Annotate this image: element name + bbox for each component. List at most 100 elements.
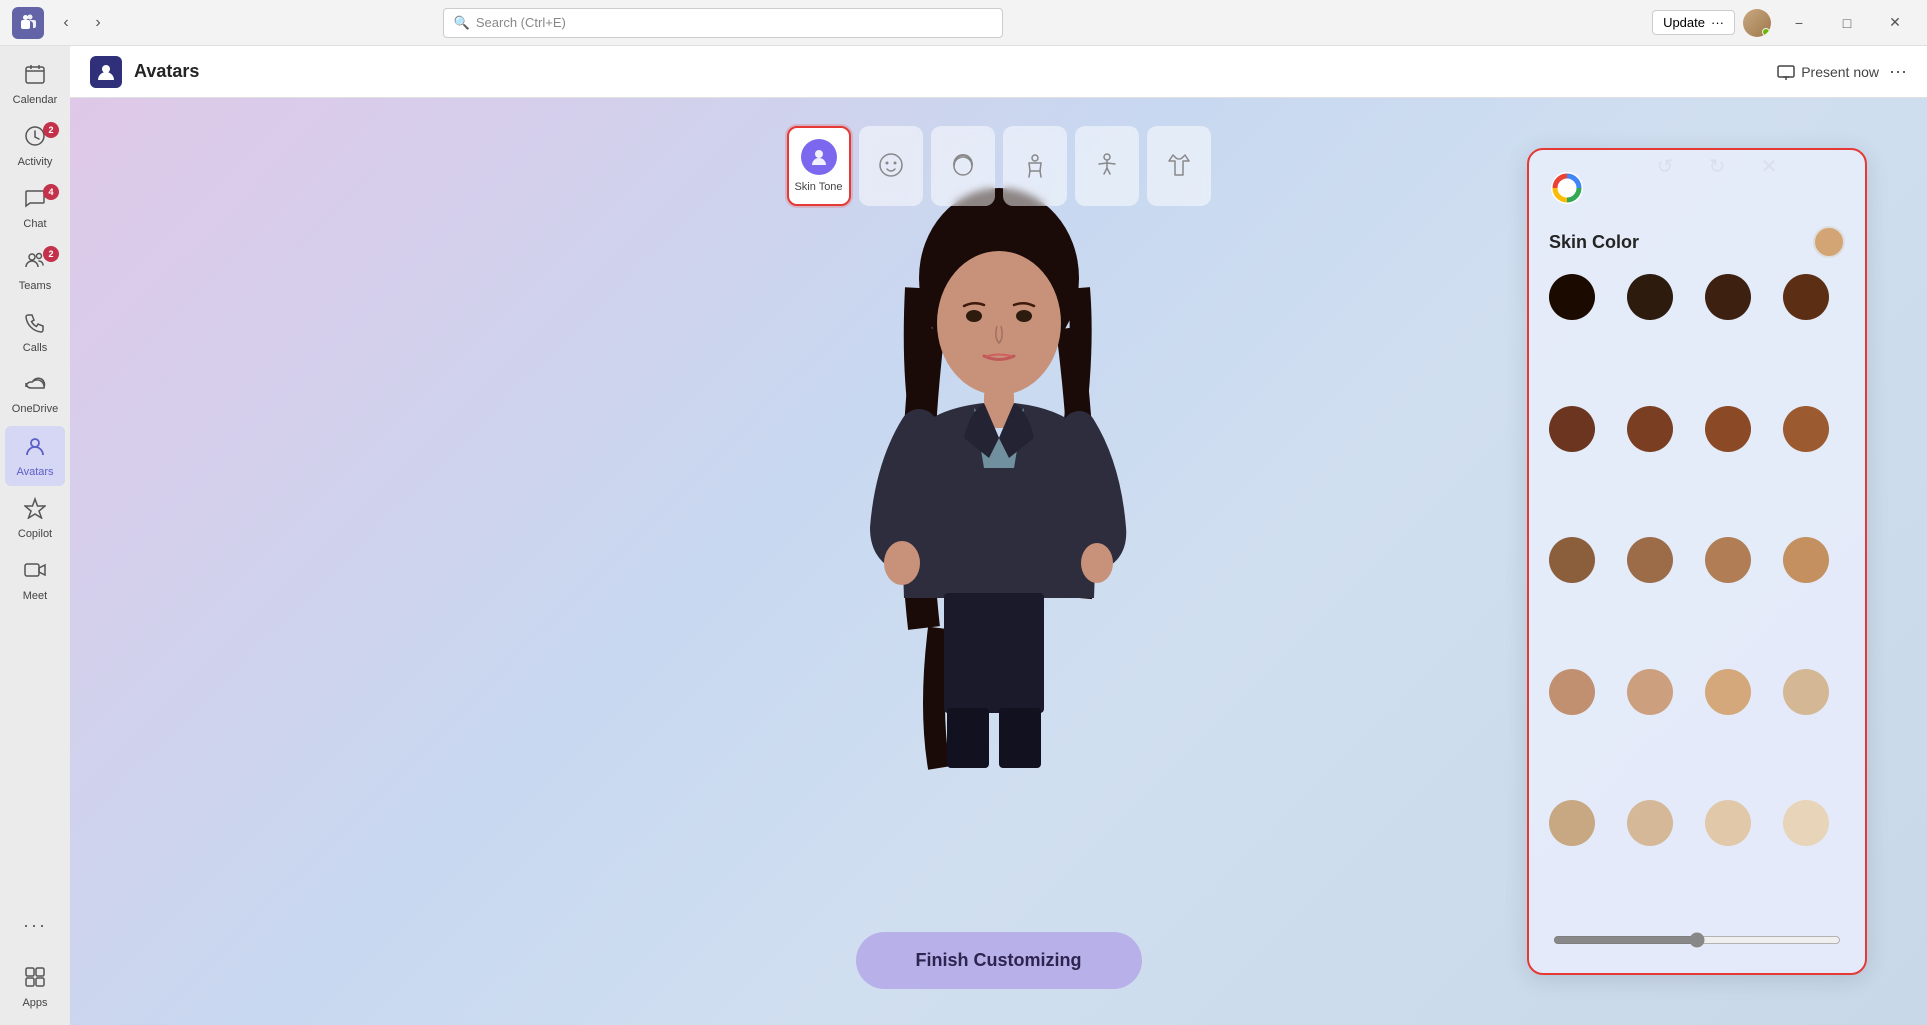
color-swatch-2[interactable]	[1705, 274, 1751, 320]
hair-icon	[949, 151, 977, 182]
sidebar-item-calls[interactable]: Calls	[5, 302, 65, 362]
search-icon: 🔍	[454, 15, 470, 31]
activity-badge: 2	[43, 122, 59, 138]
toolbar-skin-tone[interactable]: Skin Tone	[787, 126, 851, 206]
panel-title-row: Skin Color	[1549, 226, 1845, 258]
sidebar-item-label: OneDrive	[12, 403, 58, 415]
panel-header	[1549, 170, 1845, 206]
sidebar-item-avatars[interactable]: Avatars	[5, 426, 65, 486]
sidebar-item-label: Calls	[23, 342, 47, 354]
app-header: Avatars Present now ···	[70, 46, 1927, 98]
selected-color-indicator	[1813, 226, 1845, 258]
more-icon: ···	[23, 915, 47, 936]
skin-color-title: Skin Color	[1549, 232, 1639, 253]
minimize-button[interactable]: −	[1779, 9, 1819, 37]
teams-logo	[12, 7, 44, 39]
color-swatch-4[interactable]	[1549, 406, 1595, 452]
sidebar-item-onedrive[interactable]: OneDrive	[5, 364, 65, 424]
skin-color-panel: Skin Color	[1527, 148, 1867, 975]
pose-icon	[1093, 151, 1121, 182]
color-swatch-15[interactable]	[1783, 669, 1829, 715]
calendar-icon	[24, 63, 46, 91]
toolbar-hair[interactable]	[931, 126, 995, 206]
toolbar-row: Skin Tone	[787, 126, 1211, 206]
color-logo-icon	[1549, 170, 1585, 206]
color-swatch-13[interactable]	[1627, 669, 1673, 715]
close-button[interactable]: ✕	[1875, 9, 1915, 37]
update-button[interactable]: Update ···	[1652, 10, 1735, 35]
color-swatch-17[interactable]	[1627, 800, 1673, 846]
avatar-online-dot	[1762, 28, 1770, 36]
sidebar-item-chat[interactable]: 4 Chat	[5, 178, 65, 238]
color-swatch-10[interactable]	[1705, 537, 1751, 583]
color-swatch-8[interactable]	[1549, 537, 1595, 583]
sidebar-item-label: Copilot	[18, 528, 52, 540]
calls-icon	[24, 311, 46, 339]
color-swatch-1[interactable]	[1627, 274, 1673, 320]
titlebar-right: Update ··· − □ ✕	[1640, 9, 1927, 37]
main-content: Avatars Present now ··· Skin Tone	[70, 46, 1927, 1025]
color-swatch-0[interactable]	[1549, 274, 1595, 320]
color-swatch-11[interactable]	[1783, 537, 1829, 583]
present-now-button[interactable]: Present now	[1777, 63, 1879, 81]
outfit-icon	[1165, 151, 1193, 182]
forward-button[interactable]: ›	[84, 9, 112, 37]
sidebar-item-meet[interactable]: Meet	[5, 550, 65, 610]
sidebar-item-activity[interactable]: 2 Activity	[5, 116, 65, 176]
teams-badge: 2	[43, 246, 59, 262]
toolbar-outfit[interactable]	[1147, 126, 1211, 206]
back-button[interactable]: ‹	[52, 9, 80, 37]
color-swatch-3[interactable]	[1783, 274, 1829, 320]
color-swatch-18[interactable]	[1705, 800, 1751, 846]
onedrive-icon	[24, 374, 46, 400]
update-label: Update	[1663, 15, 1705, 30]
color-swatch-16[interactable]	[1549, 800, 1595, 846]
color-swatch-12[interactable]	[1549, 669, 1595, 715]
sidebar-item-label: Avatars	[16, 466, 53, 478]
search-placeholder: Search (Ctrl+E)	[476, 15, 566, 30]
page-title: Avatars	[134, 61, 199, 82]
canvas-area: Skin Tone	[70, 98, 1927, 1025]
sidebar-item-label: Calendar	[13, 94, 58, 106]
search-bar[interactable]: 🔍 Search (Ctrl+E)	[443, 8, 1003, 38]
color-swatch-6[interactable]	[1705, 406, 1751, 452]
sidebar-item-calendar[interactable]: Calendar	[5, 54, 65, 114]
color-grid	[1549, 274, 1845, 916]
meet-icon	[24, 559, 46, 587]
color-swatch-7[interactable]	[1783, 406, 1829, 452]
sidebar-item-apps[interactable]: Apps	[5, 957, 65, 1017]
sidebar-more-button[interactable]: ···	[5, 895, 65, 955]
present-now-label: Present now	[1801, 64, 1879, 80]
sidebar-item-copilot[interactable]: Copilot	[5, 488, 65, 548]
copilot-icon	[24, 497, 46, 525]
sidebar-item-label: Apps	[22, 997, 47, 1009]
header-more-icon[interactable]: ···	[1889, 61, 1907, 82]
skin-tone-slider[interactable]	[1553, 932, 1841, 948]
maximize-button[interactable]: □	[1827, 9, 1867, 37]
avatars-icon	[24, 435, 46, 463]
skin-tone-label: Skin Tone	[794, 181, 842, 193]
color-swatch-14[interactable]	[1705, 669, 1751, 715]
app-icon	[90, 56, 122, 88]
titlebar: ‹ › 🔍 Search (Ctrl+E) Update ··· − □ ✕	[0, 0, 1927, 46]
avatar-display	[789, 148, 1209, 808]
toolbar-face[interactable]	[859, 126, 923, 206]
skin-tone-icon	[801, 139, 837, 175]
color-swatch-9[interactable]	[1627, 537, 1673, 583]
finish-customizing-button[interactable]: Finish Customizing	[856, 932, 1142, 989]
body-icon	[1021, 151, 1049, 182]
sidebar-item-label: Meet	[23, 590, 47, 602]
user-avatar[interactable]	[1743, 9, 1771, 37]
chat-badge: 4	[43, 184, 59, 200]
sidebar-item-label: Activity	[18, 156, 53, 168]
sidebar-item-teams[interactable]: 2 Teams	[5, 240, 65, 300]
color-swatch-19[interactable]	[1783, 800, 1829, 846]
color-swatch-5[interactable]	[1627, 406, 1673, 452]
slider-row	[1549, 932, 1845, 953]
sidebar: Calendar 2 Activity 4 Chat 2 Teams Calls…	[0, 46, 70, 1025]
titlebar-left: ‹ ›	[0, 7, 124, 39]
toolbar-pose[interactable]	[1075, 126, 1139, 206]
toolbar-body[interactable]	[1003, 126, 1067, 206]
header-right: Present now ···	[1777, 61, 1907, 82]
face-icon	[877, 151, 905, 182]
